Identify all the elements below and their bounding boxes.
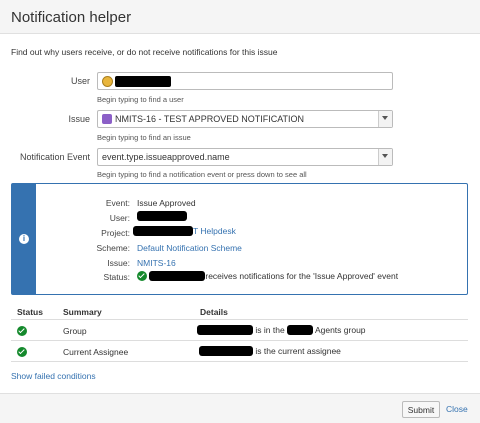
row-divider: [11, 361, 468, 362]
chevron-down-icon: [382, 154, 388, 158]
scheme-link[interactable]: Default Notification Scheme: [137, 243, 242, 253]
result-status-value: receives notifications for the 'Issue Ap…: [137, 271, 398, 281]
user-field[interactable]: [97, 72, 393, 90]
dialog-title: Notification helper: [11, 9, 132, 26]
redacted-user: [149, 271, 206, 281]
redacted-user-name: [115, 76, 171, 87]
success-check-icon: [137, 271, 147, 281]
redacted-group: [287, 325, 314, 335]
event-label: Notification Event: [19, 152, 90, 162]
issue-field[interactable]: NMITS-16 - TEST APPROVED NOTIFICATION: [97, 110, 393, 128]
result-project-value[interactable]: T Helpdesk: [133, 226, 236, 236]
issue-type-icon: [102, 114, 112, 124]
info-icon: i: [19, 234, 29, 244]
issue-label: Issue: [68, 114, 90, 124]
redacted-user: [197, 325, 253, 335]
row-details: is in the Agents group: [197, 325, 366, 335]
row-details: is the current assignee: [199, 346, 341, 356]
col-summary-header: Summary: [63, 307, 102, 317]
issue-link[interactable]: NMITS-16: [137, 258, 176, 268]
event-help: Begin typing to find a notification even…: [97, 170, 307, 179]
event-dropdown-button[interactable]: [378, 149, 392, 165]
col-details-header: Details: [200, 307, 228, 317]
success-check-icon: [17, 347, 27, 357]
row-divider: [11, 340, 468, 341]
issue-dropdown-button[interactable]: [378, 111, 392, 127]
user-avatar-icon: [102, 76, 113, 87]
table-header-divider: [11, 319, 468, 320]
redacted-user: [199, 346, 253, 356]
event-field[interactable]: event.type.issueapproved.name: [97, 148, 393, 166]
result-scheme-label: Scheme:: [96, 243, 130, 253]
result-status-label: Status:: [103, 272, 130, 282]
info-bar: i: [12, 184, 36, 294]
details-text: is in the: [255, 325, 285, 335]
show-failed-conditions-link[interactable]: Show failed conditions: [11, 371, 96, 381]
result-project-label: Project:: [101, 228, 130, 238]
status-text: receives notifications for the 'Issue Ap…: [205, 271, 399, 281]
issue-help: Begin typing to find an issue: [97, 133, 191, 142]
redacted-project: [133, 226, 193, 236]
user-help: Begin typing to find a user: [97, 95, 184, 104]
project-link[interactable]: T Helpdesk: [193, 226, 236, 236]
result-event-value: Issue Approved: [137, 198, 196, 208]
chevron-down-icon: [382, 116, 388, 120]
result-issue-label: Issue:: [107, 258, 130, 268]
redacted-user: [137, 211, 187, 221]
submit-button[interactable]: Submit: [402, 401, 440, 418]
user-label: User: [70, 76, 90, 86]
row-summary: Group: [63, 326, 87, 336]
col-status-header: Status: [17, 307, 43, 317]
close-link[interactable]: Close: [446, 404, 468, 414]
details-text: is the current assignee: [255, 346, 341, 356]
result-user-label: User:: [109, 213, 130, 223]
details-text: Agents group: [314, 325, 366, 335]
event-value: event.type.issueapproved.name: [102, 152, 230, 162]
row-summary: Current Assignee: [63, 347, 129, 357]
intro-text: Find out why users receive, or do not re…: [11, 47, 278, 57]
result-event-label: Event:: [105, 198, 130, 208]
dialog-footer: Submit Close: [0, 393, 480, 423]
result-user-value: [137, 211, 187, 221]
dialog-header: Notification helper: [0, 0, 480, 34]
success-check-icon: [17, 326, 27, 336]
issue-value: NMITS-16 - TEST APPROVED NOTIFICATION: [115, 114, 305, 124]
